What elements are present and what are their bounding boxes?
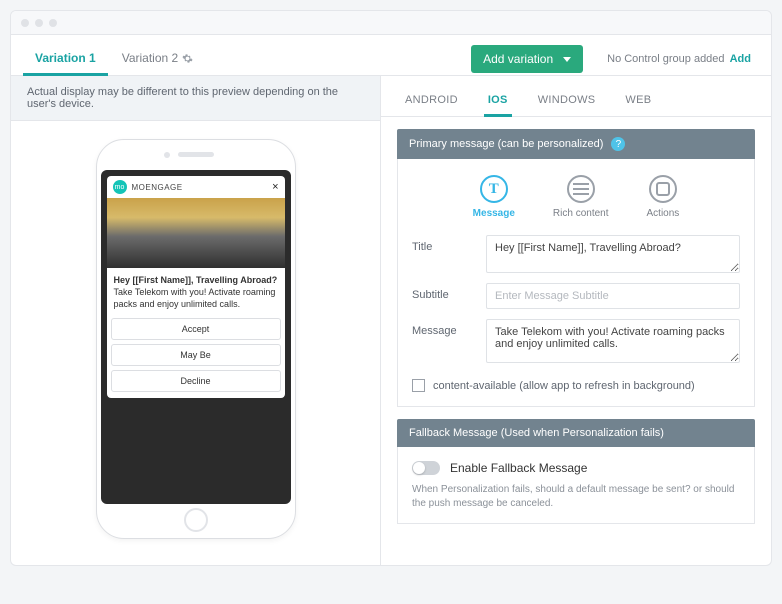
type-label: Message [473, 208, 515, 219]
toggle-knob-icon [413, 462, 425, 474]
fallback-section: Fallback Message (Used when Personalizat… [397, 419, 755, 524]
type-label: Actions [647, 208, 680, 219]
push-action-decline[interactable]: Decline [111, 370, 281, 392]
message-input[interactable] [486, 319, 740, 363]
tab-web[interactable]: WEB [625, 86, 651, 116]
section-header: Fallback Message (Used when Personalizat… [397, 419, 755, 447]
push-card-header: mo MOENGAGE × [107, 176, 285, 198]
push-card-image [107, 198, 285, 268]
tab-variation-2[interactable]: Variation 2 [118, 43, 197, 75]
titlebar [11, 11, 771, 35]
editor-panel: Primary message (can be personalized) ? … [381, 117, 771, 536]
push-action-accept[interactable]: Accept [111, 318, 281, 340]
gear-icon [182, 53, 193, 64]
brand-name: MOENGAGE [132, 183, 183, 192]
columns: Actual display may be different to this … [11, 75, 771, 565]
push-action-maybe[interactable]: May Be [111, 344, 281, 366]
add-variation-button[interactable]: Add variation [471, 45, 583, 73]
topbar: Variation 1 Variation 2 Add variation No… [11, 35, 771, 75]
text-icon: T [480, 175, 508, 203]
phone-screen: mo MOENGAGE × Hey [[First Name]], Travel… [101, 170, 291, 504]
tab-windows[interactable]: WINDOWS [538, 86, 596, 116]
traffic-light-dot [21, 19, 29, 27]
editor-column: ANDROID IOS WINDOWS WEB Primary message … [381, 76, 771, 565]
content-available-row[interactable]: content-available (allow app to refresh … [412, 373, 740, 394]
brand-logo-icon: mo [113, 180, 127, 194]
square-icon [649, 175, 677, 203]
tab-label: Variation 1 [35, 51, 96, 65]
subtitle-input[interactable] [486, 283, 740, 309]
subtitle-row: Subtitle [412, 283, 740, 309]
type-rich-content[interactable]: Rich content [553, 175, 609, 219]
primary-message-section: Primary message (can be personalized) ? … [397, 129, 755, 407]
speaker-icon [178, 152, 214, 157]
help-icon[interactable]: ? [611, 137, 625, 151]
fallback-note: When Personalization fails, should a def… [412, 483, 740, 511]
preview-area: mo MOENGAGE × Hey [[First Name]], Travel… [11, 121, 380, 565]
close-icon[interactable]: × [272, 181, 278, 193]
type-actions[interactable]: Actions [647, 175, 680, 219]
enable-fallback-row: Enable Fallback Message [412, 461, 740, 475]
button-label: Add variation [483, 52, 553, 66]
tab-label: Variation 2 [122, 51, 178, 65]
preview-notice: Actual display may be different to this … [11, 76, 380, 121]
chevron-down-icon [563, 57, 571, 62]
field-label: Message [412, 319, 472, 337]
field-label: Title [412, 235, 472, 253]
push-title: Hey [[First Name]], Travelling Abroad? [114, 274, 278, 286]
platform-tabs: ANDROID IOS WINDOWS WEB [381, 76, 771, 117]
tab-ios[interactable]: IOS [488, 86, 508, 116]
push-card-body: Hey [[First Name]], Travelling Abroad? T… [107, 268, 285, 318]
push-card-buttons: Accept May Be Decline [107, 318, 285, 398]
checkbox-icon[interactable] [412, 379, 425, 392]
camera-icon [164, 152, 170, 158]
variation-tabs: Variation 1 Variation 2 [31, 43, 197, 75]
phone-frame: mo MOENGAGE × Hey [[First Name]], Travel… [96, 139, 296, 539]
tab-variation-1[interactable]: Variation 1 [31, 43, 100, 75]
push-card: mo MOENGAGE × Hey [[First Name]], Travel… [107, 176, 285, 398]
add-control-group-link[interactable]: Add [730, 53, 751, 65]
type-label: Rich content [553, 208, 609, 219]
control-group-text: No Control group added [607, 53, 724, 65]
section-header: Primary message (can be personalized) ? [397, 129, 755, 159]
toggle-label: Enable Fallback Message [450, 461, 587, 475]
control-group-status: No Control group added Add [607, 53, 751, 65]
tab-android[interactable]: ANDROID [405, 86, 458, 116]
section-body: Enable Fallback Message When Personaliza… [397, 447, 755, 524]
preview-column: Actual display may be different to this … [11, 76, 381, 565]
type-message[interactable]: T Message [473, 175, 515, 219]
title-input[interactable] [486, 235, 740, 273]
section-title: Primary message (can be personalized) [409, 138, 603, 150]
traffic-light-dot [49, 19, 57, 27]
message-row: Message [412, 319, 740, 363]
push-message: Take Telekom with you! Activate roaming … [114, 286, 278, 310]
message-type-tabs: T Message Rich content Actions [412, 175, 740, 219]
section-title: Fallback Message (Used when Personalizat… [409, 427, 664, 439]
section-body: T Message Rich content Actions [397, 159, 755, 407]
fallback-toggle[interactable] [412, 461, 440, 475]
field-label: Subtitle [412, 283, 472, 301]
title-row: Title [412, 235, 740, 273]
traffic-light-dot [35, 19, 43, 27]
checkbox-label: content-available (allow app to refresh … [433, 380, 695, 392]
home-button-icon [184, 508, 208, 532]
app-window: Variation 1 Variation 2 Add variation No… [10, 10, 772, 566]
lines-icon [567, 175, 595, 203]
